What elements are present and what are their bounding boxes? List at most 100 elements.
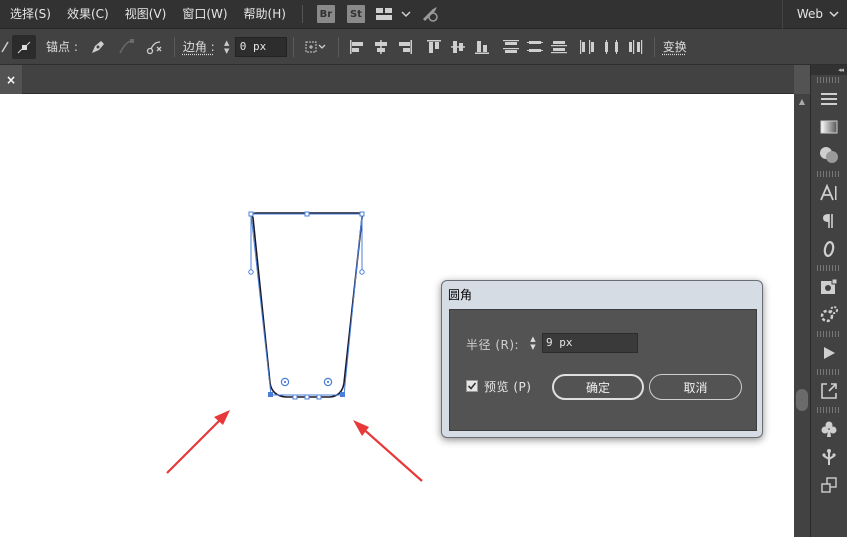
pen-convert-icon[interactable] <box>86 35 110 59</box>
properties-icon[interactable] <box>811 85 847 113</box>
handle-point[interactable] <box>359 269 365 275</box>
arrange-documents-icon[interactable] <box>375 7 393 21</box>
remove-anchor-icon <box>114 35 138 59</box>
stepper-down-icon[interactable]: ▼ <box>224 47 229 55</box>
preview-checkbox[interactable] <box>466 380 478 392</box>
checkmark-icon <box>467 382 477 390</box>
dock-grip[interactable] <box>817 171 841 177</box>
handle-point[interactable] <box>248 269 254 275</box>
control-separator <box>653 36 655 57</box>
distribute-vertical-center-icon[interactable] <box>524 35 546 59</box>
cancel-button[interactable]: 取消 <box>649 374 742 400</box>
illustrator-window: 选择(S) 效果(C) 视图(V) 窗口(W) 帮助(H) Br St Web <box>0 0 847 537</box>
stepper-up-icon[interactable]: ▲ <box>224 39 229 47</box>
control-separator <box>292 36 294 57</box>
corner-radius-input[interactable]: 0 px <box>234 36 287 57</box>
anchor-point[interactable] <box>248 211 254 217</box>
dock-grip[interactable] <box>817 265 841 271</box>
convert-selected-anchor-icon[interactable] <box>0 35 10 59</box>
cut-path-icon[interactable] <box>142 35 166 59</box>
workspace-label: Web <box>796 7 823 21</box>
control-bar: 锚点 : 边角 : ▲ ▼ 0 px 变换 <box>0 29 847 65</box>
asset-export-icon[interactable] <box>811 301 847 329</box>
radius-label: 半径 (R): <box>466 338 520 352</box>
panel-dock: ◂◂ <box>810 65 847 537</box>
cup-path[interactable] <box>251 212 363 398</box>
stock-icon[interactable]: St <box>346 5 365 23</box>
character-icon[interactable] <box>811 179 847 207</box>
scroll-thumb[interactable] <box>796 389 808 411</box>
opentype-icon[interactable] <box>811 235 847 263</box>
menu-select[interactable]: 选择(S) <box>0 0 59 29</box>
document-tab-bar: × <box>0 65 794 94</box>
annotation-arrow-left <box>166 410 230 474</box>
stepper-up-icon[interactable]: ▲ <box>530 335 535 343</box>
stepper-down-icon[interactable]: ▼ <box>530 343 535 351</box>
distribute-top-icon[interactable] <box>500 35 522 59</box>
bridge-icon[interactable]: Br <box>316 5 335 23</box>
transform-link[interactable]: 变换 <box>663 38 687 55</box>
anchor-point[interactable] <box>359 211 365 217</box>
distribute-horizontal-center-icon[interactable] <box>601 35 623 59</box>
dock-grip[interactable] <box>817 331 841 337</box>
align-top-icon[interactable] <box>423 35 445 59</box>
anchor-point[interactable] <box>304 394 310 400</box>
dock-grip[interactable] <box>817 407 841 413</box>
ok-button[interactable]: 确定 <box>552 374 644 400</box>
clubs-symbol-icon[interactable] <box>811 415 847 443</box>
control-separator <box>337 36 339 57</box>
align-right-icon[interactable] <box>394 35 416 59</box>
select-similar-icon[interactable] <box>302 35 330 59</box>
align-horizontal-center-icon[interactable] <box>370 35 392 59</box>
corner-label: 边角 : <box>182 40 215 54</box>
dock-grip[interactable] <box>817 369 841 375</box>
corner-stepper[interactable]: ▲ ▼ <box>221 37 233 57</box>
dialog-body: 半径 (R): ▲ ▼ 9 px 预览 (P) 确定 取消 <box>449 309 757 431</box>
transparency-icon[interactable] <box>811 141 847 169</box>
close-tab-icon[interactable]: × <box>0 65 22 94</box>
symbols-icon[interactable] <box>811 273 847 301</box>
export-link-icon[interactable] <box>811 377 847 405</box>
menu-bar: 选择(S) 效果(C) 视图(V) 窗口(W) 帮助(H) Br St Web <box>0 0 847 29</box>
dock-grip[interactable] <box>817 77 841 83</box>
menu-view[interactable]: 视图(V) <box>117 0 175 29</box>
artboards-icon[interactable] <box>811 471 847 499</box>
preview-label: 预览 (P) <box>484 380 532 394</box>
control-separator <box>173 36 175 57</box>
vertical-scrollbar[interactable]: ▲ <box>794 94 810 537</box>
workspace-switcher[interactable]: Web <box>781 0 847 29</box>
menu-separator <box>301 5 303 23</box>
puppet-warp-icon[interactable] <box>811 443 847 471</box>
collapse-panels-icon[interactable]: ◂◂ <box>811 65 847 75</box>
menu-help[interactable]: 帮助(H) <box>236 0 294 29</box>
gradient-icon[interactable] <box>811 113 847 141</box>
chevron-down-icon <box>829 0 839 29</box>
round-corners-dialog: 圆角 半径 (R): ▲ ▼ 9 px 预览 (P) 确定 取消 <box>441 280 763 438</box>
anchor-point-selected[interactable] <box>268 392 273 397</box>
radius-stepper[interactable]: ▲ ▼ <box>527 333 539 353</box>
align-left-icon[interactable] <box>346 35 368 59</box>
dialog-title: 圆角 <box>448 288 473 302</box>
align-vertical-center-icon[interactable] <box>447 35 469 59</box>
corner-anchor-button[interactable] <box>12 34 36 59</box>
align-bottom-icon[interactable] <box>471 35 493 59</box>
anchor-label: 锚点 : <box>46 40 78 54</box>
menu-window[interactable]: 窗口(W) <box>174 0 235 29</box>
paragraph-icon[interactable] <box>811 207 847 235</box>
chevron-down-icon[interactable] <box>401 10 411 18</box>
scroll-up-icon[interactable]: ▲ <box>794 94 810 108</box>
anchor-point[interactable] <box>292 394 298 400</box>
anchor-point[interactable] <box>316 394 322 400</box>
distribute-bottom-icon[interactable] <box>548 35 570 59</box>
distribute-right-icon[interactable] <box>625 35 647 59</box>
gpu-rocket-icon[interactable] <box>419 5 441 23</box>
live-corner-widget-dot <box>283 380 287 384</box>
anchor-point[interactable] <box>304 211 310 217</box>
menu-effect[interactable]: 效果(C) <box>59 0 117 29</box>
workspace-switcher-area: Web <box>781 0 847 29</box>
anchor-point-selected[interactable] <box>340 392 345 397</box>
actions-play-icon[interactable] <box>811 339 847 367</box>
distribute-left-icon[interactable] <box>577 35 599 59</box>
radius-input[interactable]: 9 px <box>542 333 638 353</box>
annotation-arrow-right <box>353 420 423 482</box>
